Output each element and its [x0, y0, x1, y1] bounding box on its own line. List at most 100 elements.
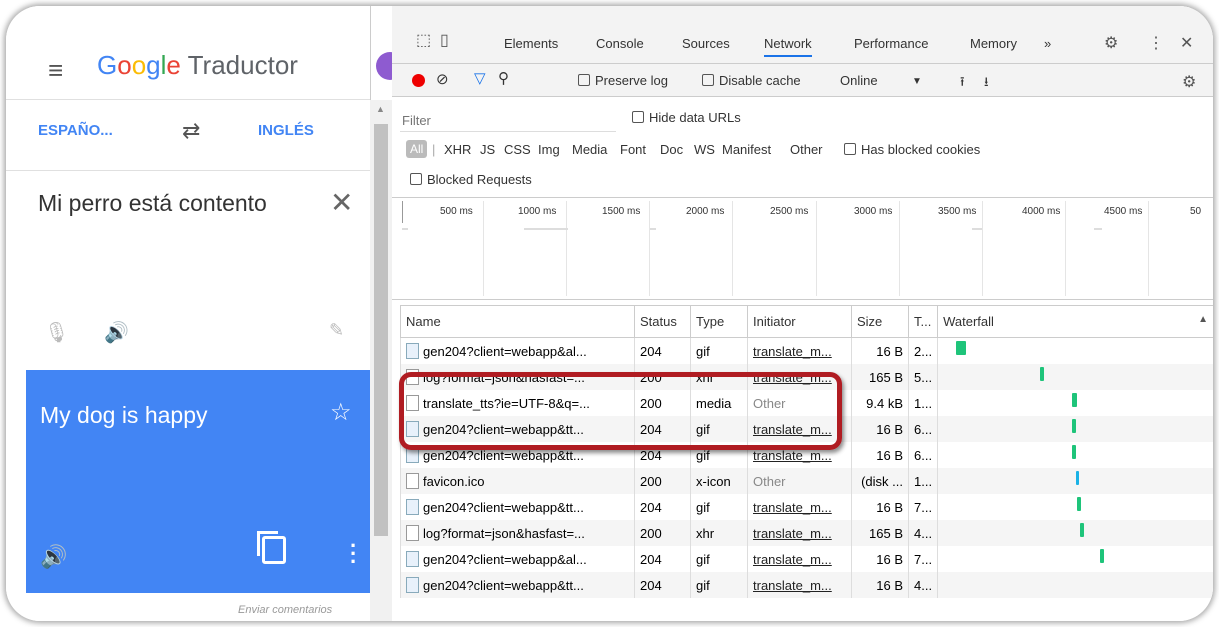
table-row[interactable]: log?format=json&hasfast=... 200 xhr transla…: [400, 520, 1213, 546]
column-initiator[interactable]: Initiator: [747, 305, 852, 338]
hide-data-urls-checkbox[interactable]: Hide data URLs: [632, 110, 741, 125]
network-settings-gear-icon[interactable]: ⚙: [1182, 72, 1196, 92]
export-har-icon[interactable]: ⭳: [984, 73, 989, 95]
request-initiator-cell[interactable]: translate_m...: [747, 520, 852, 546]
filter-img[interactable]: Img: [538, 142, 560, 157]
initiator-link[interactable]: translate_m...: [753, 578, 832, 593]
more-tabs-button[interactable]: »: [1044, 36, 1051, 51]
source-language-button[interactable]: ESPAÑO...: [38, 122, 113, 139]
feedback-link[interactable]: Enviar comentarios: [238, 604, 332, 616]
preserve-log-checkbox[interactable]: Preserve log: [578, 73, 668, 88]
close-icon[interactable]: ✕: [1180, 33, 1193, 53]
more-vert-icon[interactable]: ⋮: [1148, 33, 1164, 53]
request-name-cell[interactable]: log?format=json&hasfast=...: [400, 520, 635, 546]
mic-icon[interactable]: 🎙: [44, 320, 69, 345]
request-initiator-cell[interactable]: translate_m...: [747, 494, 852, 520]
column-name[interactable]: Name: [400, 305, 635, 338]
filter-css[interactable]: CSS: [504, 142, 531, 157]
timeline-gridline: [816, 201, 817, 296]
waterfall-bar: [956, 341, 966, 355]
request-initiator-cell[interactable]: translate_m...: [747, 572, 852, 598]
chevron-down-icon[interactable]: ▼: [912, 76, 922, 87]
table-row[interactable]: gen204?client=webapp&tt... 204 gif translat…: [400, 572, 1213, 598]
clear-icon[interactable]: ⊘: [436, 70, 449, 88]
request-name-cell[interactable]: gen204?client=webapp&al...: [400, 337, 635, 364]
waterfall-bar: [1080, 523, 1084, 537]
request-waterfall-cell: [937, 520, 1213, 546]
timeline-request-mark: [650, 228, 656, 230]
filter-input[interactable]: [400, 109, 616, 132]
inspect-icon[interactable]: ⬚: [416, 30, 431, 50]
request-status-cell: 200: [634, 520, 691, 546]
request-name-cell[interactable]: favicon.ico: [400, 468, 635, 494]
request-initiator-cell[interactable]: translate_m...: [747, 546, 852, 572]
initiator-link[interactable]: translate_m...: [753, 344, 832, 359]
timeline-tick: 1000 ms: [518, 206, 557, 217]
request-name-cell[interactable]: gen204?client=webapp&al...: [400, 546, 635, 572]
scroll-up-icon[interactable]: ▲: [376, 104, 385, 114]
request-time-cell: 6...: [907, 442, 939, 468]
throttling-select[interactable]: Online: [840, 73, 878, 88]
scrollbar-thumb[interactable]: [374, 124, 388, 536]
request-name-cell[interactable]: gen204?client=webapp&tt...: [400, 494, 635, 520]
has-blocked-cookies-checkbox[interactable]: Has blocked cookies: [844, 142, 980, 157]
import-har-icon[interactable]: ⭱: [960, 73, 965, 95]
tab-sources[interactable]: Sources: [682, 36, 730, 51]
search-icon[interactable]: ⚲: [498, 69, 509, 87]
table-row[interactable]: gen204?client=webapp&al... 204 gif translat…: [400, 546, 1213, 572]
column-size[interactable]: Size: [851, 305, 909, 338]
filter-doc[interactable]: Doc: [660, 142, 683, 157]
initiator-link[interactable]: translate_m...: [753, 552, 832, 567]
filter-ws[interactable]: WS: [694, 142, 715, 157]
tab-network[interactable]: Network: [764, 36, 812, 57]
filter-other[interactable]: Other: [790, 142, 823, 157]
blocked-requests-checkbox[interactable]: Blocked Requests: [410, 172, 532, 187]
timeline-tick: 3500 ms: [938, 206, 977, 217]
filter-manifest[interactable]: Manifest: [722, 142, 771, 157]
initiator-link[interactable]: translate_m...: [753, 500, 832, 515]
device-toolbar-icon[interactable]: ▯: [440, 30, 449, 50]
close-icon[interactable]: ✕: [330, 186, 353, 219]
column-type[interactable]: Type: [690, 305, 748, 338]
target-language-button[interactable]: INGLÉS: [258, 122, 314, 139]
request-initiator-cell[interactable]: translate_m...: [747, 337, 852, 364]
waterfall-bar: [1076, 471, 1079, 485]
timeline-cursor: [402, 201, 403, 223]
disable-cache-checkbox[interactable]: Disable cache: [702, 73, 801, 88]
tab-console[interactable]: Console: [596, 36, 644, 51]
column-waterfall[interactable]: Waterfall ▲: [937, 305, 1213, 338]
request-time-cell: 6...: [907, 416, 939, 442]
initiator-link[interactable]: translate_m...: [753, 526, 832, 541]
filter-xhr[interactable]: XHR: [444, 142, 471, 157]
swap-icon[interactable]: ⇄: [182, 118, 200, 144]
result-text: My dog is happy: [40, 402, 208, 428]
star-icon[interactable]: ☆: [330, 398, 352, 427]
source-text-input[interactable]: Mi perro está contento: [38, 188, 298, 219]
column-time[interactable]: T...: [907, 305, 939, 338]
table-row[interactable]: gen204?client=webapp&al... 204 gif translat…: [400, 337, 1213, 364]
gear-icon[interactable]: ⚙: [1104, 33, 1118, 53]
tab-memory[interactable]: Memory: [970, 36, 1017, 51]
table-row[interactable]: gen204?client=webapp&tt... 204 gif translat…: [400, 494, 1213, 520]
copy-icon[interactable]: [257, 531, 286, 564]
filter-icon[interactable]: ▽: [474, 69, 486, 87]
image-file-icon: [406, 577, 419, 593]
filter-media[interactable]: Media: [572, 142, 607, 157]
filter-js[interactable]: JS: [480, 142, 495, 157]
filter-all-button[interactable]: All: [406, 140, 428, 158]
request-name-cell[interactable]: gen204?client=webapp&tt...: [400, 572, 635, 598]
more-vert-icon[interactable]: · · ·: [350, 535, 357, 573]
table-row[interactable]: favicon.ico 200 x-icon Other (disk ... 1...: [400, 468, 1213, 494]
request-size-cell: 16 B: [851, 494, 909, 520]
pencil-icon[interactable]: ✎: [329, 320, 344, 341]
speaker-icon[interactable]: 🔊: [40, 544, 67, 570]
request-initiator-cell[interactable]: Other: [747, 468, 852, 494]
request-time-cell: 4...: [907, 572, 939, 598]
menu-icon[interactable]: ≡: [48, 55, 63, 86]
tab-elements[interactable]: Elements: [504, 36, 558, 51]
tab-performance[interactable]: Performance: [854, 36, 928, 51]
filter-font[interactable]: Font: [620, 142, 646, 157]
speaker-icon[interactable]: 🔊: [104, 320, 129, 345]
column-status[interactable]: Status: [634, 305, 691, 338]
record-icon[interactable]: [412, 74, 425, 87]
